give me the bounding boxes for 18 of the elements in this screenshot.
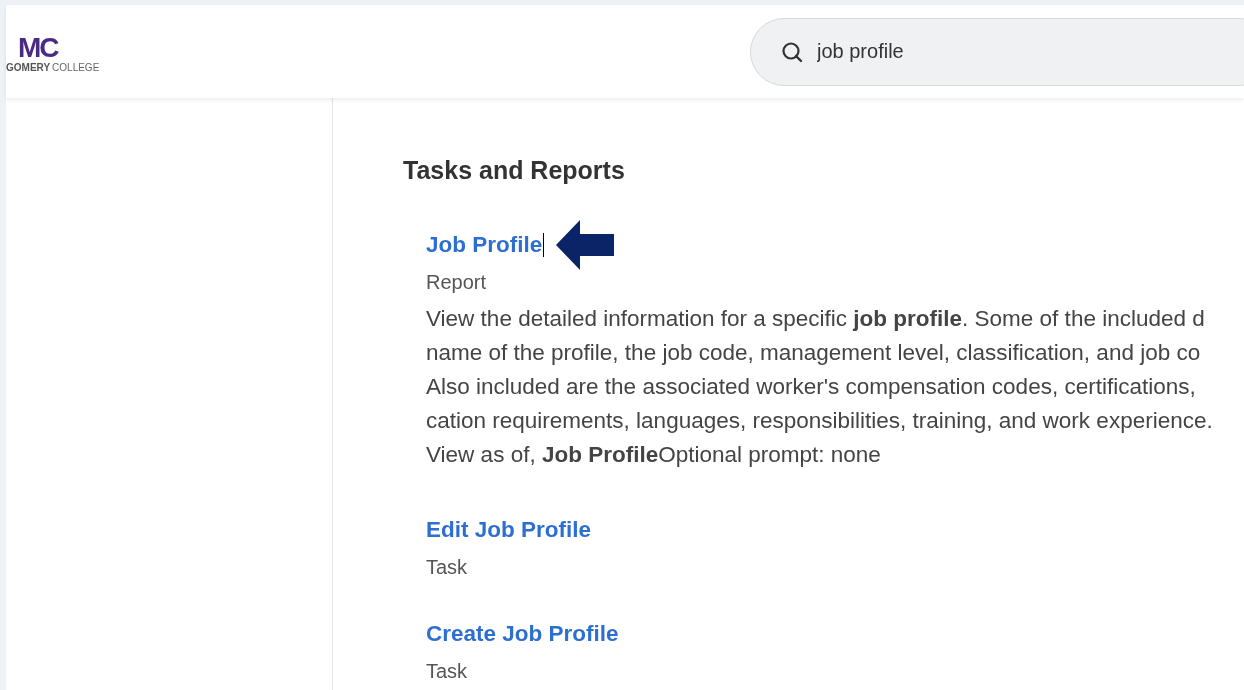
logo-mark: MC bbox=[18, 34, 60, 62]
search-input[interactable]: job profile bbox=[815, 39, 1219, 64]
description-text: name of the profile, the job code, management level, classification, and job co bbox=[426, 339, 1202, 367]
result-type: Report bbox=[426, 271, 488, 294]
description-text: View as of, Job ProfileOptional prompt: none bbox=[426, 441, 882, 469]
result-link[interactable]: Edit Job Profile bbox=[426, 517, 591, 543]
logo-text: GOMERY bbox=[6, 62, 51, 73]
search-field[interactable]: job profile bbox=[750, 17, 1244, 86]
description-text: Also included are the associated worker's compensation codes, certifications, bbox=[426, 373, 1197, 401]
result-link[interactable]: Job Profile bbox=[426, 232, 543, 258]
logo-text: COLLEGE bbox=[52, 62, 100, 73]
description-text: cation requirements, languages, responsibilities, training, and work experience. bbox=[426, 407, 1214, 435]
description-text: View the detailed information for a specific job profile. Some of the included d bbox=[426, 305, 1206, 333]
search-icon bbox=[781, 40, 803, 63]
section-title: Tasks and Reports bbox=[403, 156, 626, 185]
result-type: Task bbox=[426, 556, 469, 579]
result-link[interactable]: Create Job Profile bbox=[426, 621, 619, 647]
result-type: Task bbox=[426, 660, 469, 683]
